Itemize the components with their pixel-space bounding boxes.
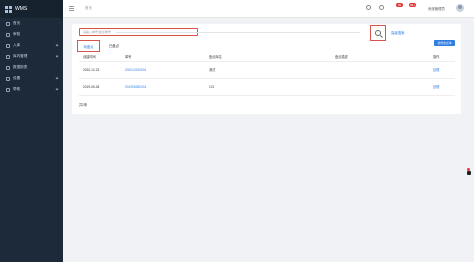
sidebar-item[interactable]: 帮助 xyxy=(0,84,63,95)
cell-created: 2020-12-23 xyxy=(83,68,100,72)
breadcrumb[interactable]: 首页 xyxy=(85,6,92,11)
tab-pending[interactable]: 待盘点 xyxy=(77,40,100,52)
assistant-icon[interactable] xyxy=(466,168,471,176)
stocktake-table: 创建时间 单号 盘点库位 盘点描述 操作 2020-12-23 20201223… xyxy=(79,53,455,96)
audit-icon xyxy=(6,32,10,37)
warehouse-icon xyxy=(6,54,10,59)
search-button[interactable] xyxy=(370,25,386,41)
table-row: 2019-05-28 201905280001 121 处理 xyxy=(79,79,455,96)
top-bar: 首页 99 99+ 系统管理员 xyxy=(63,0,474,18)
report-icon xyxy=(6,65,10,70)
cell-number-link[interactable]: 201905280001 xyxy=(125,79,146,96)
sidebar-item-label: 审核 xyxy=(13,32,21,36)
sidebar-item[interactable]: 设置 xyxy=(0,73,63,84)
search-icon xyxy=(375,30,381,36)
sidebar-nav: 首页审核入库库内管理数据报表设置帮助 xyxy=(0,18,63,95)
user-name[interactable]: 系统管理员 xyxy=(428,6,445,11)
sidebar-item[interactable]: 库内管理 xyxy=(0,51,63,62)
notification-badge[interactable]: 99 xyxy=(396,3,403,7)
sidebar-item-label: 帮助 xyxy=(13,87,21,91)
sidebar-item-label: 首页 xyxy=(13,21,21,25)
new-stocktake-button[interactable]: 新增盘点单 xyxy=(434,40,455,46)
cell-created: 2019-05-28 xyxy=(83,85,100,89)
sidebar-item-label: 数据报表 xyxy=(13,65,28,69)
cell-number-link[interactable]: 202012230001 xyxy=(125,62,146,79)
sidebar-item[interactable]: 入库 xyxy=(0,40,63,51)
sidebar-item-label: 库内管理 xyxy=(13,54,28,58)
header-action: 操作 xyxy=(433,55,440,59)
chevron-down-icon xyxy=(55,43,59,47)
chevron-down-icon xyxy=(55,54,59,58)
settings-icon xyxy=(6,76,10,81)
header-number: 单号 xyxy=(125,55,132,59)
table-row: 2020-12-23 202012230001 测试 处理 xyxy=(79,62,455,79)
app-title: WMS xyxy=(15,6,28,12)
help-icon xyxy=(6,87,10,92)
message-icon[interactable] xyxy=(379,5,384,10)
inventory-panel: 请输入单号/盘点单号 高级搜索 待盘点 已盘点 新增盘点单 创建时间 单号 盘点… xyxy=(72,24,461,114)
table-header: 创建时间 单号 盘点库位 盘点描述 操作 xyxy=(79,53,455,62)
cell-location: 测试 xyxy=(209,68,216,72)
sidebar: WMS 首页审核入库库内管理数据报表设置帮助 xyxy=(0,0,63,262)
search-placeholder: 请输入单号/盘点单号 xyxy=(83,30,111,34)
cell-action-link[interactable]: 处理 xyxy=(433,79,439,96)
home-icon xyxy=(6,21,10,26)
alert-badge[interactable]: 99+ xyxy=(409,3,416,7)
advanced-search-link[interactable]: 高级搜索 xyxy=(391,30,405,35)
search-underline xyxy=(116,32,360,33)
tab-done[interactable]: 已盘点 xyxy=(107,40,121,52)
app-logo[interactable]: WMS xyxy=(0,0,63,18)
chevron-down-icon xyxy=(55,76,59,80)
avatar[interactable] xyxy=(456,4,464,12)
sidebar-item-label: 入库 xyxy=(13,43,21,47)
header-description: 盘点描述 xyxy=(335,55,348,59)
header-location: 盘点库位 xyxy=(209,55,222,59)
menu-toggle-icon[interactable] xyxy=(69,6,74,11)
sidebar-item-label: 设置 xyxy=(13,76,21,80)
logo-icon xyxy=(5,5,12,13)
sidebar-item[interactable]: 审核 xyxy=(0,29,63,40)
chevron-down-icon xyxy=(55,87,59,91)
refresh-icon[interactable] xyxy=(366,5,371,10)
cell-action-link[interactable]: 处理 xyxy=(433,62,439,79)
inbound-icon xyxy=(6,43,10,48)
total-count: 共2条 xyxy=(79,103,88,107)
search-input[interactable]: 请输入单号/盘点单号 xyxy=(79,28,360,36)
header-created: 创建时间 xyxy=(83,55,96,59)
sidebar-item[interactable]: 数据报表 xyxy=(0,62,63,73)
cell-location: 121 xyxy=(209,85,215,89)
sidebar-item[interactable]: 首页 xyxy=(0,18,63,29)
